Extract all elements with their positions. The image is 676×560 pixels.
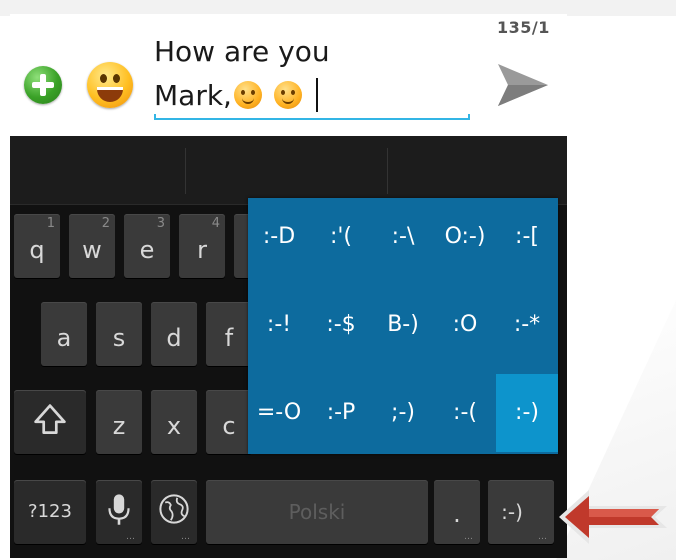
- key-label: e: [139, 236, 155, 264]
- key-label: z: [112, 412, 126, 440]
- emoticon-option[interactable]: :-D: [248, 198, 310, 276]
- emoticon-option[interactable]: :-!: [248, 286, 310, 364]
- key-more-dots: …: [181, 532, 191, 542]
- space-key[interactable]: Polski: [206, 480, 428, 544]
- key-label: w: [82, 236, 102, 264]
- inline-smiley-icon: [233, 81, 262, 109]
- key-r[interactable]: 4 r: [179, 214, 225, 278]
- key-hint: 2: [101, 216, 110, 231]
- key-q[interactable]: 1 q: [14, 214, 60, 278]
- key-s[interactable]: s: [96, 302, 142, 366]
- key-label: r: [197, 236, 207, 264]
- key-c[interactable]: c: [206, 390, 252, 454]
- message-input[interactable]: How are you Mark,: [154, 30, 470, 120]
- add-attachment-icon[interactable]: [24, 66, 62, 104]
- key-label: f: [224, 324, 234, 352]
- space-label: Polski: [288, 500, 346, 524]
- microphone-icon: [108, 494, 130, 525]
- emoticon-option[interactable]: :'(: [310, 198, 372, 276]
- microphone-key[interactable]: …: [96, 480, 142, 544]
- smiley-picker-icon[interactable]: [87, 62, 133, 108]
- emoticon-option[interactable]: O:-): [434, 198, 496, 276]
- phone-screen: 135/1 How are you Mark, 1 q 2 w 3 e 4 r …: [10, 14, 567, 558]
- key-more-dots: …: [464, 532, 474, 542]
- emoticon-option[interactable]: :-$: [310, 286, 372, 364]
- emoticon-option[interactable]: :-[: [496, 198, 558, 276]
- pointer-arrow-icon: [559, 490, 667, 544]
- key-label: :-): [501, 500, 523, 524]
- key-hint: 1: [46, 216, 55, 231]
- smiley-mouth: [97, 87, 123, 102]
- key-x[interactable]: x: [151, 390, 197, 454]
- key-f[interactable]: f: [206, 302, 252, 366]
- key-more-dots: …: [126, 532, 136, 542]
- emoticon-option[interactable]: ;-): [372, 374, 434, 452]
- key-hint: 4: [211, 216, 220, 231]
- key-more-dots: …: [538, 532, 548, 542]
- emoticon-option[interactable]: B-): [372, 286, 434, 364]
- char-counter: 135/1: [497, 18, 550, 37]
- inline-smiley-icon: [273, 81, 302, 109]
- shift-key[interactable]: [14, 390, 86, 454]
- key-label: c: [222, 412, 236, 440]
- key-d[interactable]: d: [151, 302, 197, 366]
- emoticon-option[interactable]: :-P: [310, 374, 372, 452]
- emoticon-option-selected[interactable]: :-): [496, 374, 558, 452]
- key-label: .: [453, 500, 461, 528]
- key-hint: 3: [156, 216, 165, 231]
- key-label: x: [166, 412, 182, 440]
- suggestion-divider: [185, 148, 186, 194]
- emoticon-popup: :-D :'( :-\ O:-) :-[ :-! :-$ B-) :O :-* …: [248, 198, 558, 454]
- key-label: d: [166, 324, 182, 352]
- globe-icon: [159, 494, 189, 524]
- key-w[interactable]: 2 w: [69, 214, 115, 278]
- emoticon-option[interactable]: :-(: [434, 374, 496, 452]
- key-label: ?123: [28, 501, 72, 522]
- message-line-1: How are you: [154, 35, 330, 68]
- emoticon-option[interactable]: :-*: [496, 286, 558, 364]
- emoticon-option[interactable]: :-\: [372, 198, 434, 276]
- text-cursor: [315, 78, 318, 112]
- compose-bar: 135/1 How are you Mark,: [10, 14, 567, 136]
- smiley-eye: [100, 74, 107, 83]
- suggestion-divider: [387, 148, 388, 194]
- emoticon-option[interactable]: :O: [434, 286, 496, 364]
- shift-icon: [34, 404, 66, 434]
- smiley-eye: [113, 74, 120, 83]
- smiley-key[interactable]: :-) …: [488, 480, 554, 544]
- suggestion-bar: [10, 136, 567, 205]
- key-label: q: [29, 236, 45, 264]
- key-z[interactable]: z: [96, 390, 142, 454]
- key-a[interactable]: a: [41, 302, 87, 366]
- emoticon-option[interactable]: =-O: [248, 374, 310, 452]
- input-underline: [154, 114, 470, 120]
- key-label: a: [56, 324, 72, 352]
- message-line-2: Mark,: [154, 74, 470, 118]
- numbers-key[interactable]: ?123: [14, 480, 86, 544]
- send-icon[interactable]: [494, 60, 550, 110]
- key-e[interactable]: 3 e: [124, 214, 170, 278]
- language-key[interactable]: …: [151, 480, 197, 544]
- message-line-2-text: Mark,: [154, 79, 232, 112]
- period-key[interactable]: . …: [434, 480, 480, 544]
- key-label: s: [112, 324, 126, 352]
